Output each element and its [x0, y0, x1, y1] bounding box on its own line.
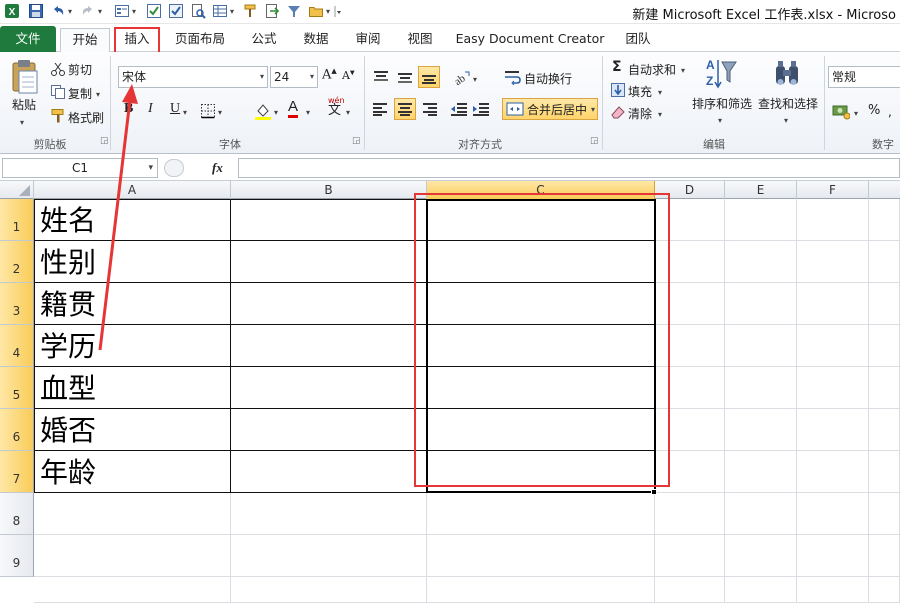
- annotation-arrow: [98, 84, 138, 351]
